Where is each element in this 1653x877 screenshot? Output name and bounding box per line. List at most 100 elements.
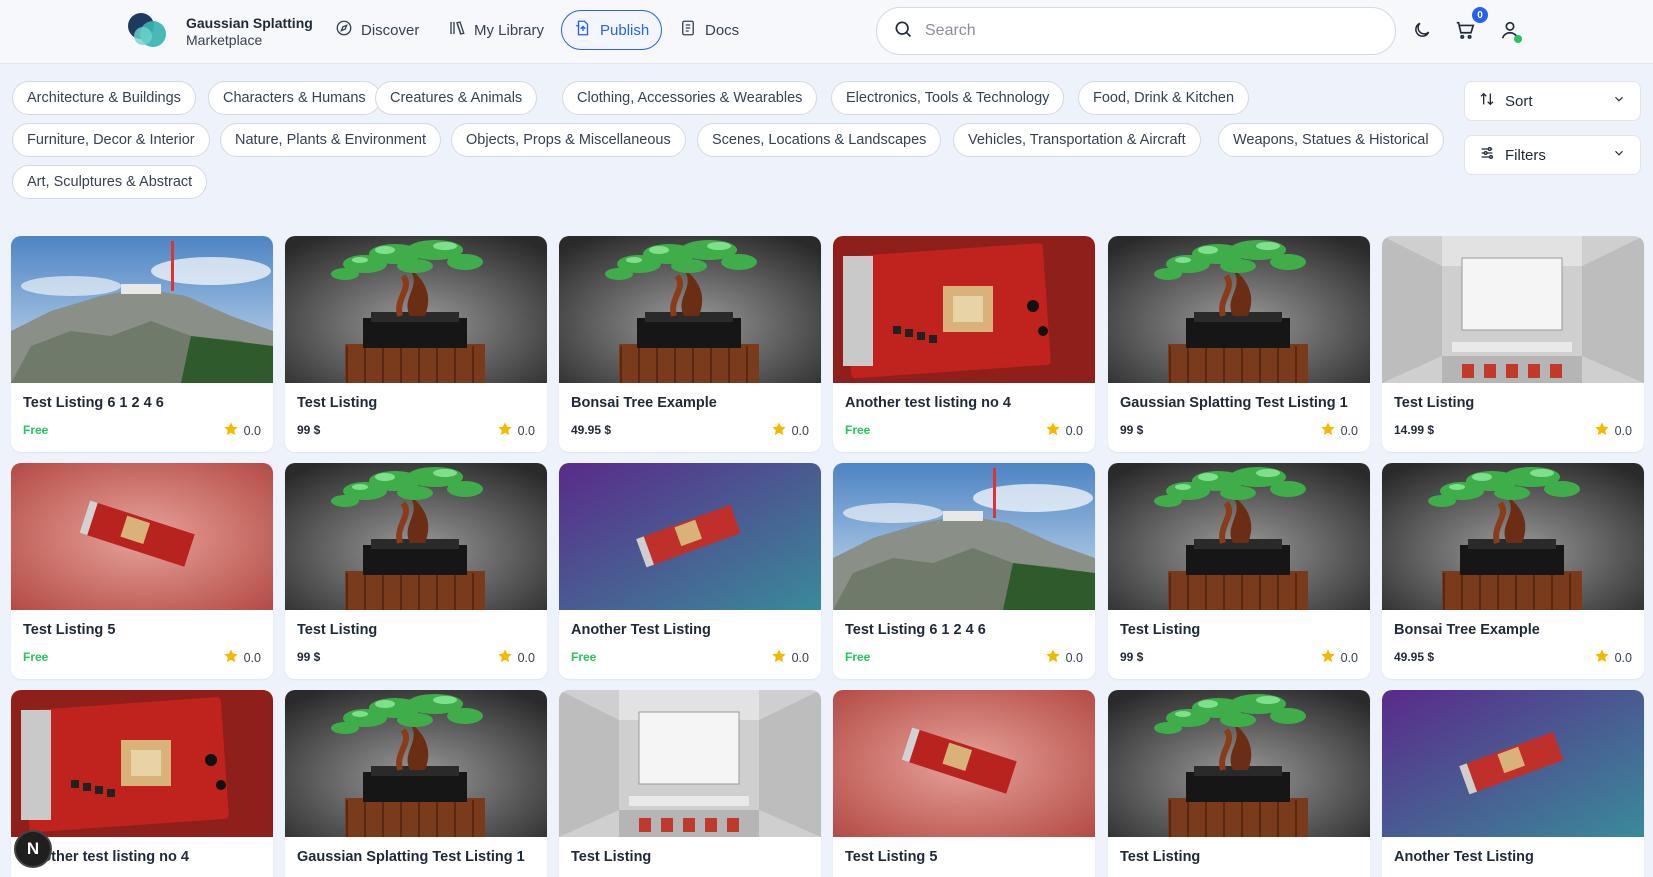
listing-price: 49.95 $ [571,423,612,437]
sort-arrows-icon [1479,91,1495,111]
listing-rating: 0.0 [1045,648,1083,667]
listing-card[interactable]: Gaussian Splatting Test Listing 1 99 $ 0.0 [1108,236,1370,452]
listing-thumbnail [833,463,1095,610]
nav-publish[interactable]: Publish [561,10,663,50]
listing-card[interactable]: Another test listing no 4 Free 0.0 [833,236,1095,452]
listing-card[interactable]: Gaussian Splatting Test Listing 1 [285,690,547,877]
listing-thumbnail [559,236,821,383]
listing-price: Free [845,650,871,664]
listing-card[interactable]: Test Listing [1108,690,1370,877]
rating-value: 0.0 [791,650,809,665]
category-chip[interactable]: Electronics, Tools & Technology [831,81,1065,115]
listing-price: 99 $ [297,650,321,664]
listing-title: Test Listing 5 [845,849,938,865]
listing-card[interactable]: Test Listing 14.99 $ 0.0 [1382,236,1644,452]
rating-value: 0.0 [1340,423,1358,438]
listing-price: Free [23,423,49,437]
nav-docs[interactable]: Docs [667,10,751,50]
listing-card[interactable]: Bonsai Tree Example 49.95 $ 0.0 [559,236,821,452]
listing-card[interactable]: Test Listing 99 $ 0.0 [1108,463,1370,679]
listing-thumbnail [285,690,547,837]
top-header: Gaussian Splatting Marketplace Discover … [0,0,1653,64]
rating-value: 0.0 [791,423,809,438]
listing-card[interactable]: Test Listing 5 [833,690,1095,877]
category-chip[interactable]: Objects, Props & Miscellaneous [451,123,686,157]
listing-thumbnail [285,463,547,610]
category-chip[interactable]: Characters & Humans [208,81,381,115]
listing-price: Free [571,650,597,664]
nav-discover-label: Discover [361,21,420,39]
brand-name[interactable]: Gaussian Splatting Marketplace [186,15,313,49]
listing-price: 14.99 $ [1394,423,1435,437]
listing-card[interactable]: Another Test Listing Free 0.0 [559,463,821,679]
star-icon [771,648,787,667]
rating-value: 0.0 [1614,650,1632,665]
theme-toggle-moon-icon[interactable] [1409,17,1435,43]
sliders-icon [1479,145,1495,165]
floating-dev-badge[interactable]: N [14,830,52,868]
listing-title: Test Listing [297,622,378,638]
category-chip[interactable]: Food, Drink & Kitchen [1078,81,1250,115]
listing-title: Another Test Listing [571,622,711,638]
star-icon [1594,421,1610,440]
star-icon [497,648,513,667]
category-chip[interactable]: Scenes, Locations & Landscapes [697,123,942,157]
sort-dropdown[interactable]: Sort [1464,81,1641,121]
star-icon [771,421,787,440]
search-input[interactable] [925,22,1365,40]
listing-rating: 0.0 [497,421,535,440]
listing-card[interactable]: Bonsai Tree Example 49.95 $ 0.0 [1382,463,1644,679]
listing-title: Another Test Listing [1394,849,1534,865]
listing-card[interactable]: Test Listing 6 1 2 4 6 Free 0.0 [11,236,273,452]
star-icon [497,421,513,440]
search-icon [893,19,913,44]
star-icon [223,421,239,440]
listing-thumbnail [833,690,1095,837]
category-chip[interactable]: Art, Sculptures & Abstract [12,165,208,199]
category-chip[interactable]: Creatures & Animals [375,81,538,115]
category-chip[interactable]: Vehicles, Transportation & Aircraft [953,123,1201,157]
listing-thumbnail [1382,236,1644,383]
listing-price: 99 $ [297,423,321,437]
listing-title: Gaussian Splatting Test Listing 1 [297,849,525,865]
category-chip[interactable]: Nature, Plants & Environment [220,123,442,157]
category-chip[interactable]: Architecture & Buildings [12,81,196,115]
listing-card[interactable]: Another Test Listing [1382,690,1644,877]
listing-card[interactable]: Test Listing 5 Free 0.0 [11,463,273,679]
listing-title: Test Listing 5 [23,622,116,638]
star-icon [1045,421,1061,440]
listing-price: 99 $ [1120,650,1144,664]
listing-rating: 0.0 [1594,648,1632,667]
listing-rating: 0.0 [1320,421,1358,440]
rating-value: 0.0 [243,650,261,665]
listing-rating: 0.0 [1594,421,1632,440]
category-chip[interactable]: Weapons, Statues & Historical [1218,123,1444,157]
nav-discover[interactable]: Discover [323,10,431,50]
listing-title: Test Listing 6 1 2 4 6 [845,622,986,638]
listing-thumbnail [559,690,821,837]
listing-card[interactable]: Test Listing [559,690,821,877]
listing-rating: 0.0 [223,421,261,440]
listing-title: Bonsai Tree Example [1394,622,1540,638]
category-chip[interactable]: Furniture, Decor & Interior [12,123,210,157]
rating-value: 0.0 [1065,650,1083,665]
rating-value: 0.0 [1065,423,1083,438]
nav-my-library[interactable]: My Library [436,10,556,50]
listing-price: Free [23,650,49,664]
listing-thumbnail [11,236,273,383]
listing-rating: 0.0 [771,648,809,667]
listing-card[interactable]: Test Listing 99 $ 0.0 [285,463,547,679]
search-bar[interactable] [876,7,1396,55]
rating-value: 0.0 [1614,423,1632,438]
filters-dropdown[interactable]: Filters [1464,135,1641,175]
brand-logo[interactable] [128,13,170,49]
star-icon [223,648,239,667]
sort-label: Sort [1505,92,1533,110]
listing-card[interactable]: Test Listing 99 $ 0.0 [285,236,547,452]
category-chip[interactable]: Clothing, Accessories & Wearables [562,81,818,115]
rating-value: 0.0 [517,423,535,438]
listing-card[interactable]: Test Listing 6 1 2 4 6 Free 0.0 [833,463,1095,679]
listing-rating: 0.0 [223,648,261,667]
brand-line-2: Marketplace [186,32,263,48]
listing-price: 99 $ [1120,423,1144,437]
